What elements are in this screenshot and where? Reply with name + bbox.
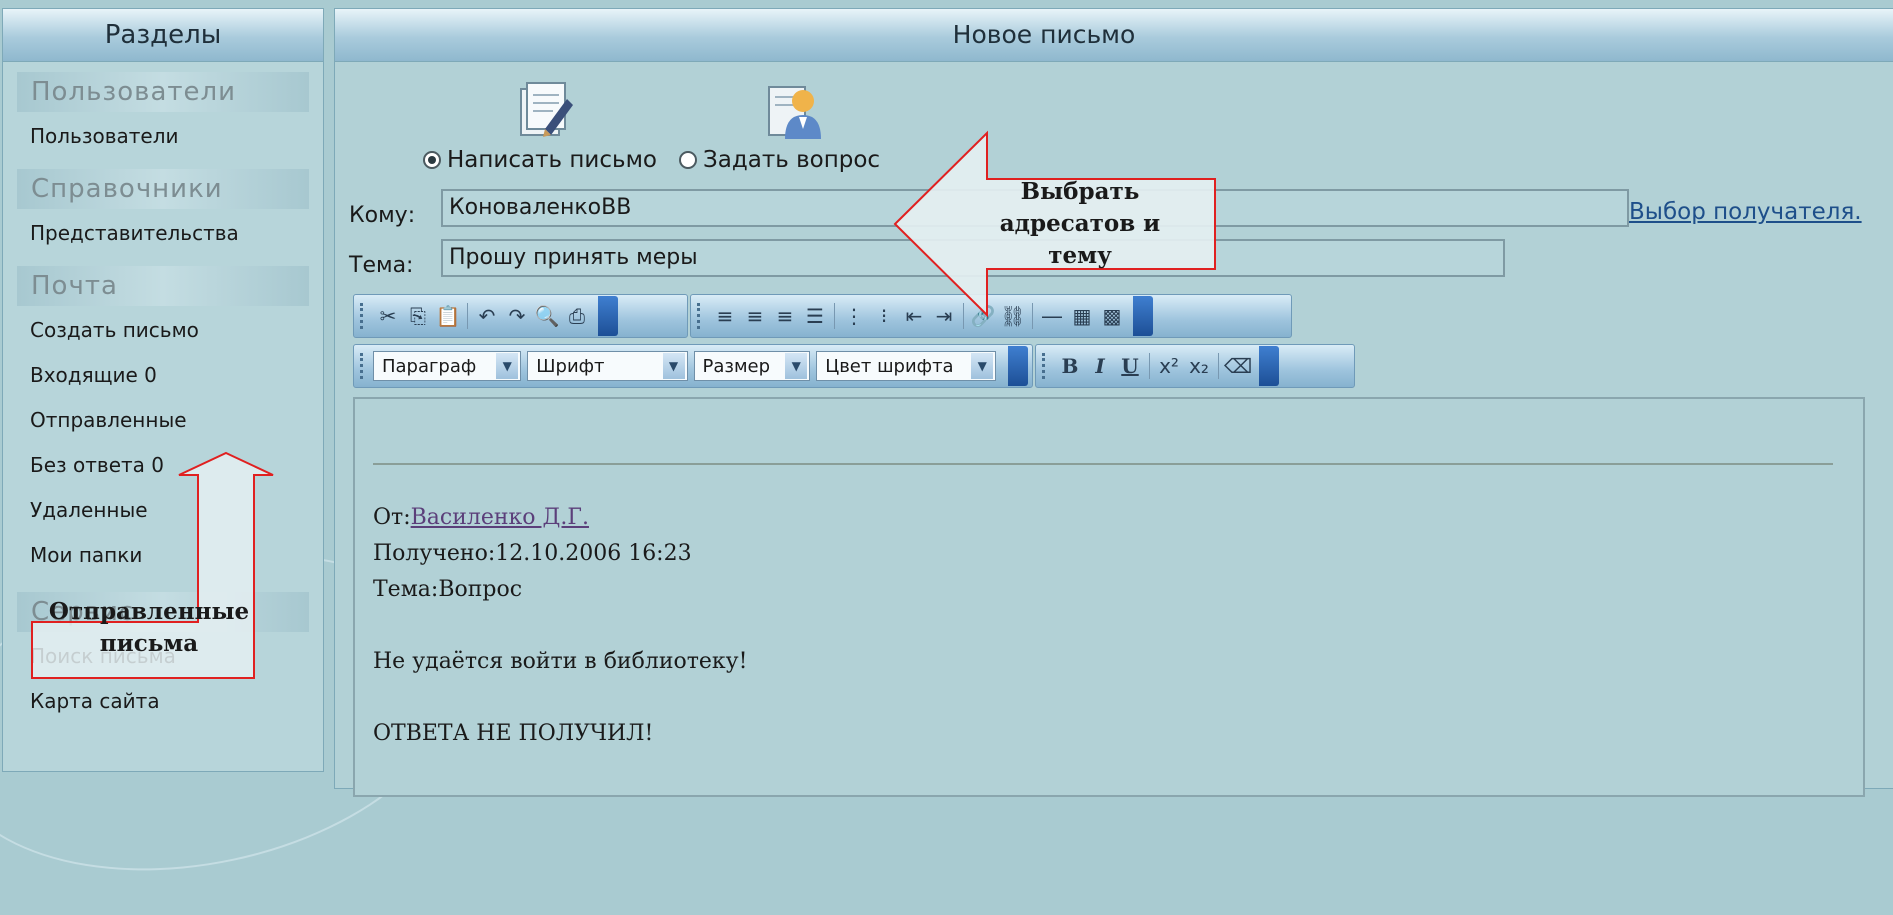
annotation-layer [31, 130, 1216, 679]
sent-callout-text: Отправленные письма [48, 598, 250, 657]
recipients-callout-text: Выбрать адресатов и тему [999, 178, 1161, 269]
